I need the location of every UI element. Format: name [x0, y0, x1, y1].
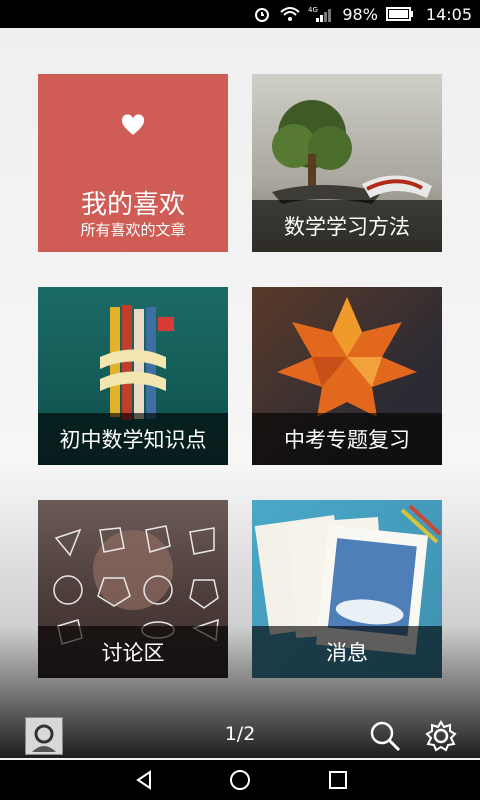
- tile-exam-review[interactable]: 中考专题复习: [252, 287, 442, 465]
- status-icons: 4G 98% 14:05: [252, 0, 472, 28]
- search-icon[interactable]: [368, 719, 402, 753]
- home-icon[interactable]: [228, 768, 252, 792]
- clock: 14:05: [425, 4, 472, 24]
- bottom-bar: 1/2: [0, 705, 480, 759]
- battery-icon: [385, 5, 414, 23]
- status-bar: 4G 98% 14:05: [0, 0, 480, 28]
- tile-messages[interactable]: 消息: [252, 500, 442, 678]
- tile-favorites-subtitle: 所有喜欢的文章: [80, 221, 186, 239]
- tile-discussion-caption: 讨论区: [38, 626, 228, 678]
- recents-icon[interactable]: [326, 768, 350, 792]
- tile-exam-review-caption: 中考专题复习: [252, 413, 442, 465]
- page-indicator: 1/2: [224, 723, 256, 745]
- alarm-icon: [252, 5, 272, 23]
- network-type: 4G: [308, 6, 318, 14]
- battery-percent: 98%: [342, 4, 378, 24]
- signal-icon: 4G: [308, 5, 334, 23]
- settings-icon[interactable]: [424, 719, 458, 753]
- tile-study-methods-caption: 数学学习方法: [252, 200, 442, 252]
- wifi-icon: [280, 5, 300, 23]
- tile-favorites-title: 我的喜欢: [80, 190, 185, 220]
- tile-favorites[interactable]: 我的喜欢 所有喜欢的文章: [38, 74, 228, 252]
- system-nav-bar: [0, 760, 480, 800]
- tile-discussion[interactable]: 讨论区: [38, 500, 228, 678]
- heart-icon: [121, 114, 145, 138]
- tile-study-methods[interactable]: 数学学习方法: [252, 74, 442, 252]
- tile-knowledge-points-caption: 初中数学知识点: [38, 413, 228, 465]
- tile-knowledge-points[interactable]: 初中数学知识点: [38, 287, 228, 465]
- back-icon[interactable]: [132, 768, 156, 792]
- tile-messages-caption: 消息: [252, 626, 442, 678]
- avatar[interactable]: [25, 717, 63, 755]
